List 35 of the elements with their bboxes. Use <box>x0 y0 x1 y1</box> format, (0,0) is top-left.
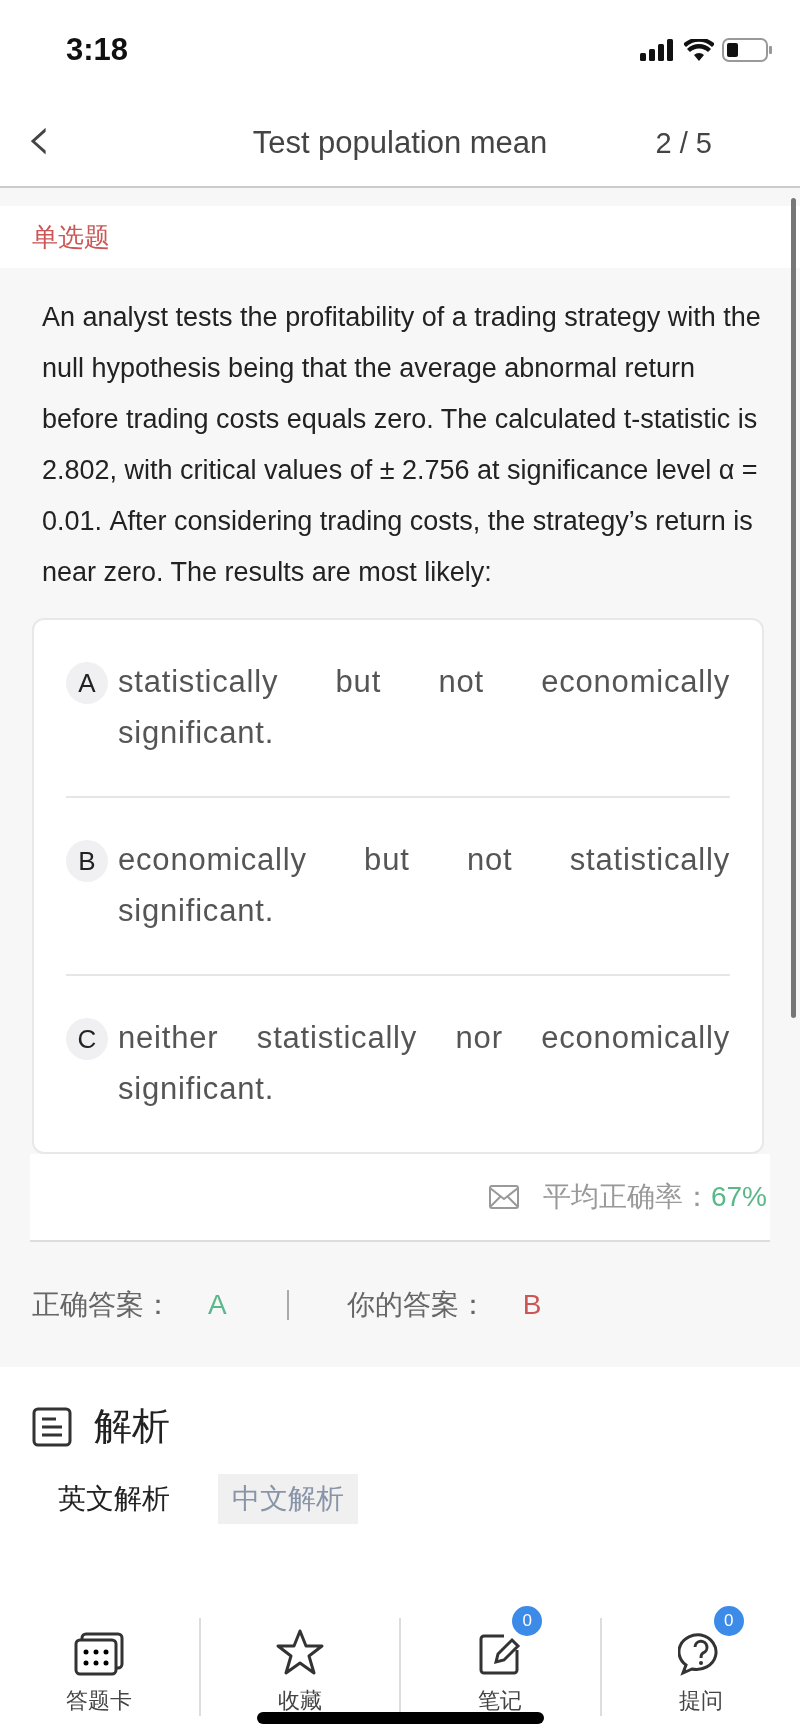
accuracy-value: 67% <box>710 1181 767 1213</box>
count-badge: 0 <box>713 1606 744 1636</box>
battery-icon <box>722 38 772 62</box>
edit-icon[interactable] <box>478 1632 523 1676</box>
tab-label[interactable]: 答题卡 <box>66 1686 133 1716</box>
signal-icon <box>640 39 676 61</box>
option-text[interactable]: economically but not statistically significant. <box>118 834 730 936</box>
your-answer-label: 你的答案： <box>346 1287 487 1322</box>
question-type: 单选题 <box>32 220 110 254</box>
question-text: An analyst tests the profitability of a trading strategy with the null hypothesis being that the average abnormal return before trading costs equals zero. The calculated t-statistic is 2.802, with critical values of ± 2.756 at significance level α = 0.01. After considering trading costs, the strategy’s return is near zero. The results are most likely: <box>42 301 762 589</box>
status-time: 3:18 <box>66 32 130 68</box>
document-icon <box>32 1406 72 1447</box>
correct-answer-label: 正确答案： <box>32 1287 172 1322</box>
option-letter[interactable]: C <box>66 1018 108 1060</box>
option-letter[interactable]: B <box>66 840 108 882</box>
correct-answer: A <box>208 1288 227 1321</box>
option-text[interactable]: neither statistically nor economically significant. <box>118 1012 730 1114</box>
star-icon[interactable] <box>274 1628 325 1676</box>
tab-label[interactable]: 提问 <box>678 1686 723 1716</box>
wifi-icon <box>684 39 714 61</box>
count-badge: 0 <box>512 1606 543 1636</box>
analysis-tab[interactable]: 英文解析 <box>44 1474 184 1524</box>
option-text[interactable]: statistically but not economically significant. <box>118 656 730 758</box>
accuracy-label: 平均正确率： <box>542 1180 711 1214</box>
option-letter[interactable]: A <box>66 662 108 704</box>
back-button[interactable]: ‹ <box>0 106 72 180</box>
tab-label[interactable]: 收藏 <box>277 1686 322 1716</box>
scroll-bar[interactable] <box>791 198 796 1018</box>
analysis-title: 解析 <box>94 1404 170 1449</box>
page-title: Test population mean <box>251 125 549 161</box>
your-answer: B <box>522 1288 542 1321</box>
card-grid-icon[interactable] <box>74 1632 125 1676</box>
mail-icon <box>488 1185 519 1209</box>
tab-label[interactable]: 笔记 <box>478 1686 523 1716</box>
question-counter: 2 / 5 <box>655 126 712 160</box>
